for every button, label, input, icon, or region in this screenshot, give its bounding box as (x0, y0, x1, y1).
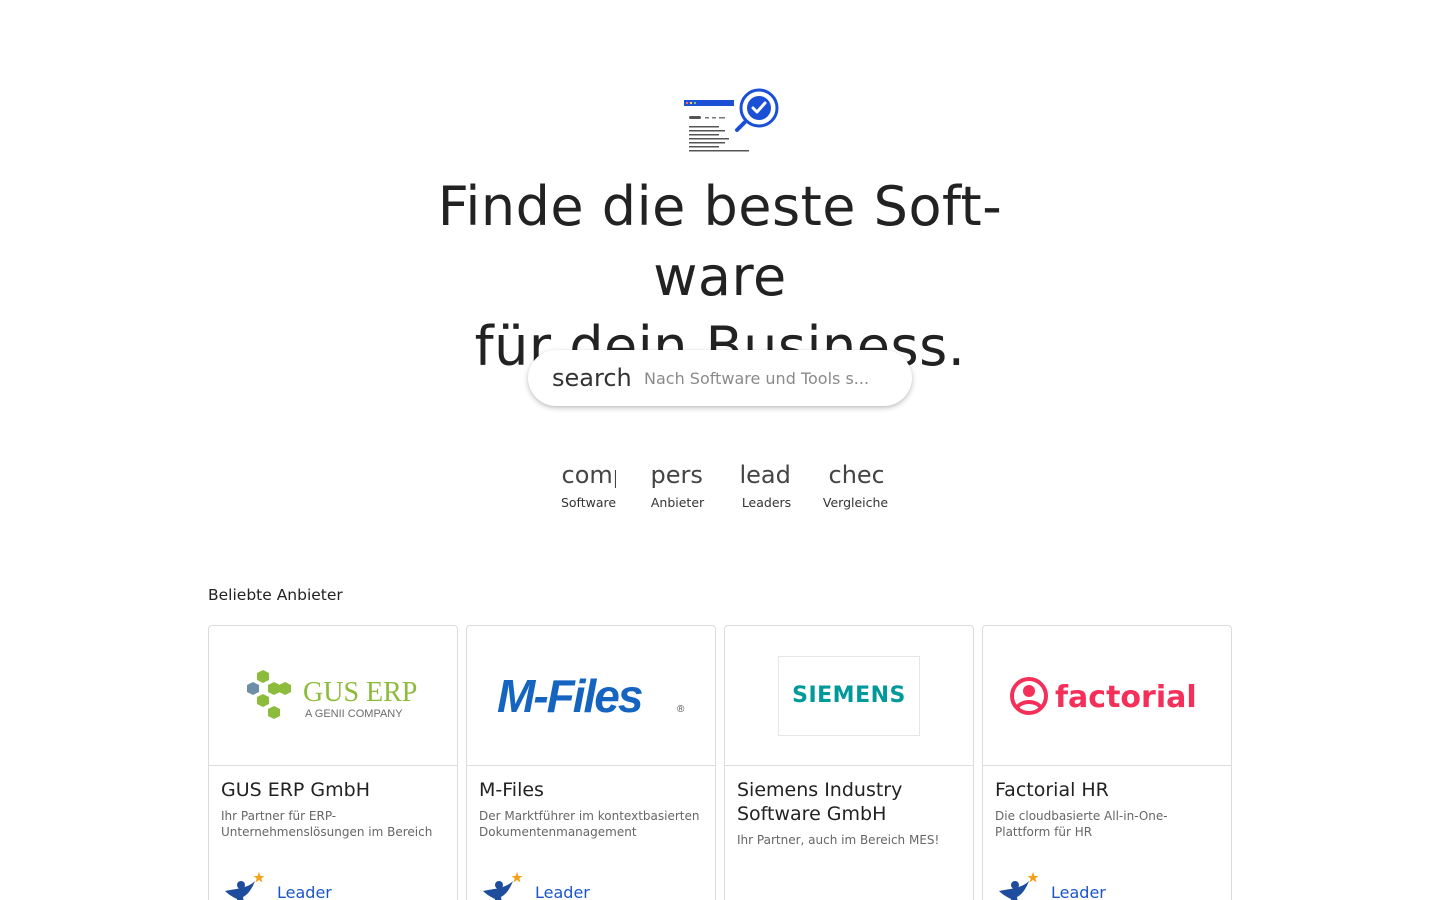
svg-text:®: ® (677, 704, 685, 715)
category-icon: comp (561, 461, 616, 489)
vendor-description: Ihr Partner für ERP-Unternehmenslösungen… (221, 809, 433, 839)
badge-label[interactable]: Leader (277, 883, 332, 900)
quick-link-software[interactable]: comp Software (544, 458, 633, 510)
siemens-logo: SIEMENS (778, 655, 920, 736)
svg-text:A GENII COMPANY: A GENII COMPANY (305, 708, 403, 720)
vendor-name: M-Files (479, 779, 544, 801)
vendor-card-m-files[interactable]: M-Files ® M-Files Der Marktführer im kon… (466, 625, 716, 900)
vendor-name: Siemens Industry Software GmbH (737, 779, 903, 825)
leader-award-icon (225, 872, 265, 900)
vendor-logo: factorial (983, 626, 1231, 766)
leader-badge: Leader (479, 869, 590, 900)
software-search-illustration-icon (683, 88, 779, 154)
vendor-name: Factorial HR (995, 779, 1109, 801)
leader-award-icon (483, 872, 523, 900)
vendor-card-gus-erp[interactable]: GUS ERP A GENII COMPANY GUS ERP GmbH Ihr… (208, 625, 458, 900)
hero-title-line1: Finde die beste Soft- (437, 175, 1003, 238)
vendor-card-factorial[interactable]: factorial Factorial HR Die cloudbasierte… (982, 625, 1232, 900)
quick-link-label: Leaders (741, 495, 792, 510)
gus-erp-logo: GUS ERP A GENII COMPANY (247, 669, 417, 720)
quick-link-anbieter[interactable]: pers Anbieter (633, 458, 722, 510)
section-title-popular: Beliebte Anbieter (208, 586, 343, 604)
quick-link-label: Anbieter (650, 495, 705, 510)
badge-label[interactable]: Leader (535, 883, 590, 900)
vendor-logo: GUS ERP A GENII COMPANY (209, 626, 457, 766)
search-icon: search (552, 364, 632, 392)
svg-text:M-Files: M-Files (497, 670, 643, 722)
vendor-description: Die cloudbasierte All-in-One-Plattform f… (995, 809, 1168, 839)
search-box[interactable]: search (528, 350, 912, 406)
search-input[interactable] (644, 368, 894, 388)
quick-link-vergleiche[interactable]: chec Vergleiche (811, 458, 900, 510)
factorial-logo: factorial (1010, 676, 1197, 715)
quick-link-label: Software (560, 495, 617, 510)
vendor-description: Ihr Partner, auch im Bereich MES! (737, 833, 940, 847)
svg-text:GUS ERP: GUS ERP (303, 677, 417, 708)
svg-text:factorial: factorial (1055, 680, 1197, 715)
vendor-card-siemens[interactable]: SIEMENS Siemens Industry Software GmbH I… (724, 625, 974, 900)
quick-link-label: Vergleiche (822, 495, 889, 510)
vendor-description: Der Marktführer im kontextbasierten Doku… (479, 809, 700, 839)
leader-award-icon (999, 872, 1039, 900)
quick-link-leaders[interactable]: lead Leaders (722, 458, 811, 510)
m-files-logo: M-Files ® (497, 670, 685, 722)
leaderboard-icon: lead (739, 461, 791, 489)
quick-links: comp Software pers Anbieter lead Leaders… (544, 458, 900, 510)
badge-label[interactable]: Leader (1051, 883, 1106, 900)
person-icon: pers (650, 461, 703, 489)
vendor-cards: GUS ERP A GENII COMPANY GUS ERP GmbH Ihr… (208, 625, 1232, 900)
checklist-icon: chec (828, 461, 883, 489)
vendor-logo: M-Files ® (467, 626, 715, 766)
hero-title-line2: ware (653, 245, 787, 308)
siemens-logo-text: SIEMENS (792, 683, 906, 708)
leader-badge: Leader (995, 869, 1106, 900)
vendor-name: GUS ERP GmbH (221, 779, 371, 801)
vendor-logo: SIEMENS (725, 626, 973, 766)
leader-badge: Leader (221, 869, 332, 900)
